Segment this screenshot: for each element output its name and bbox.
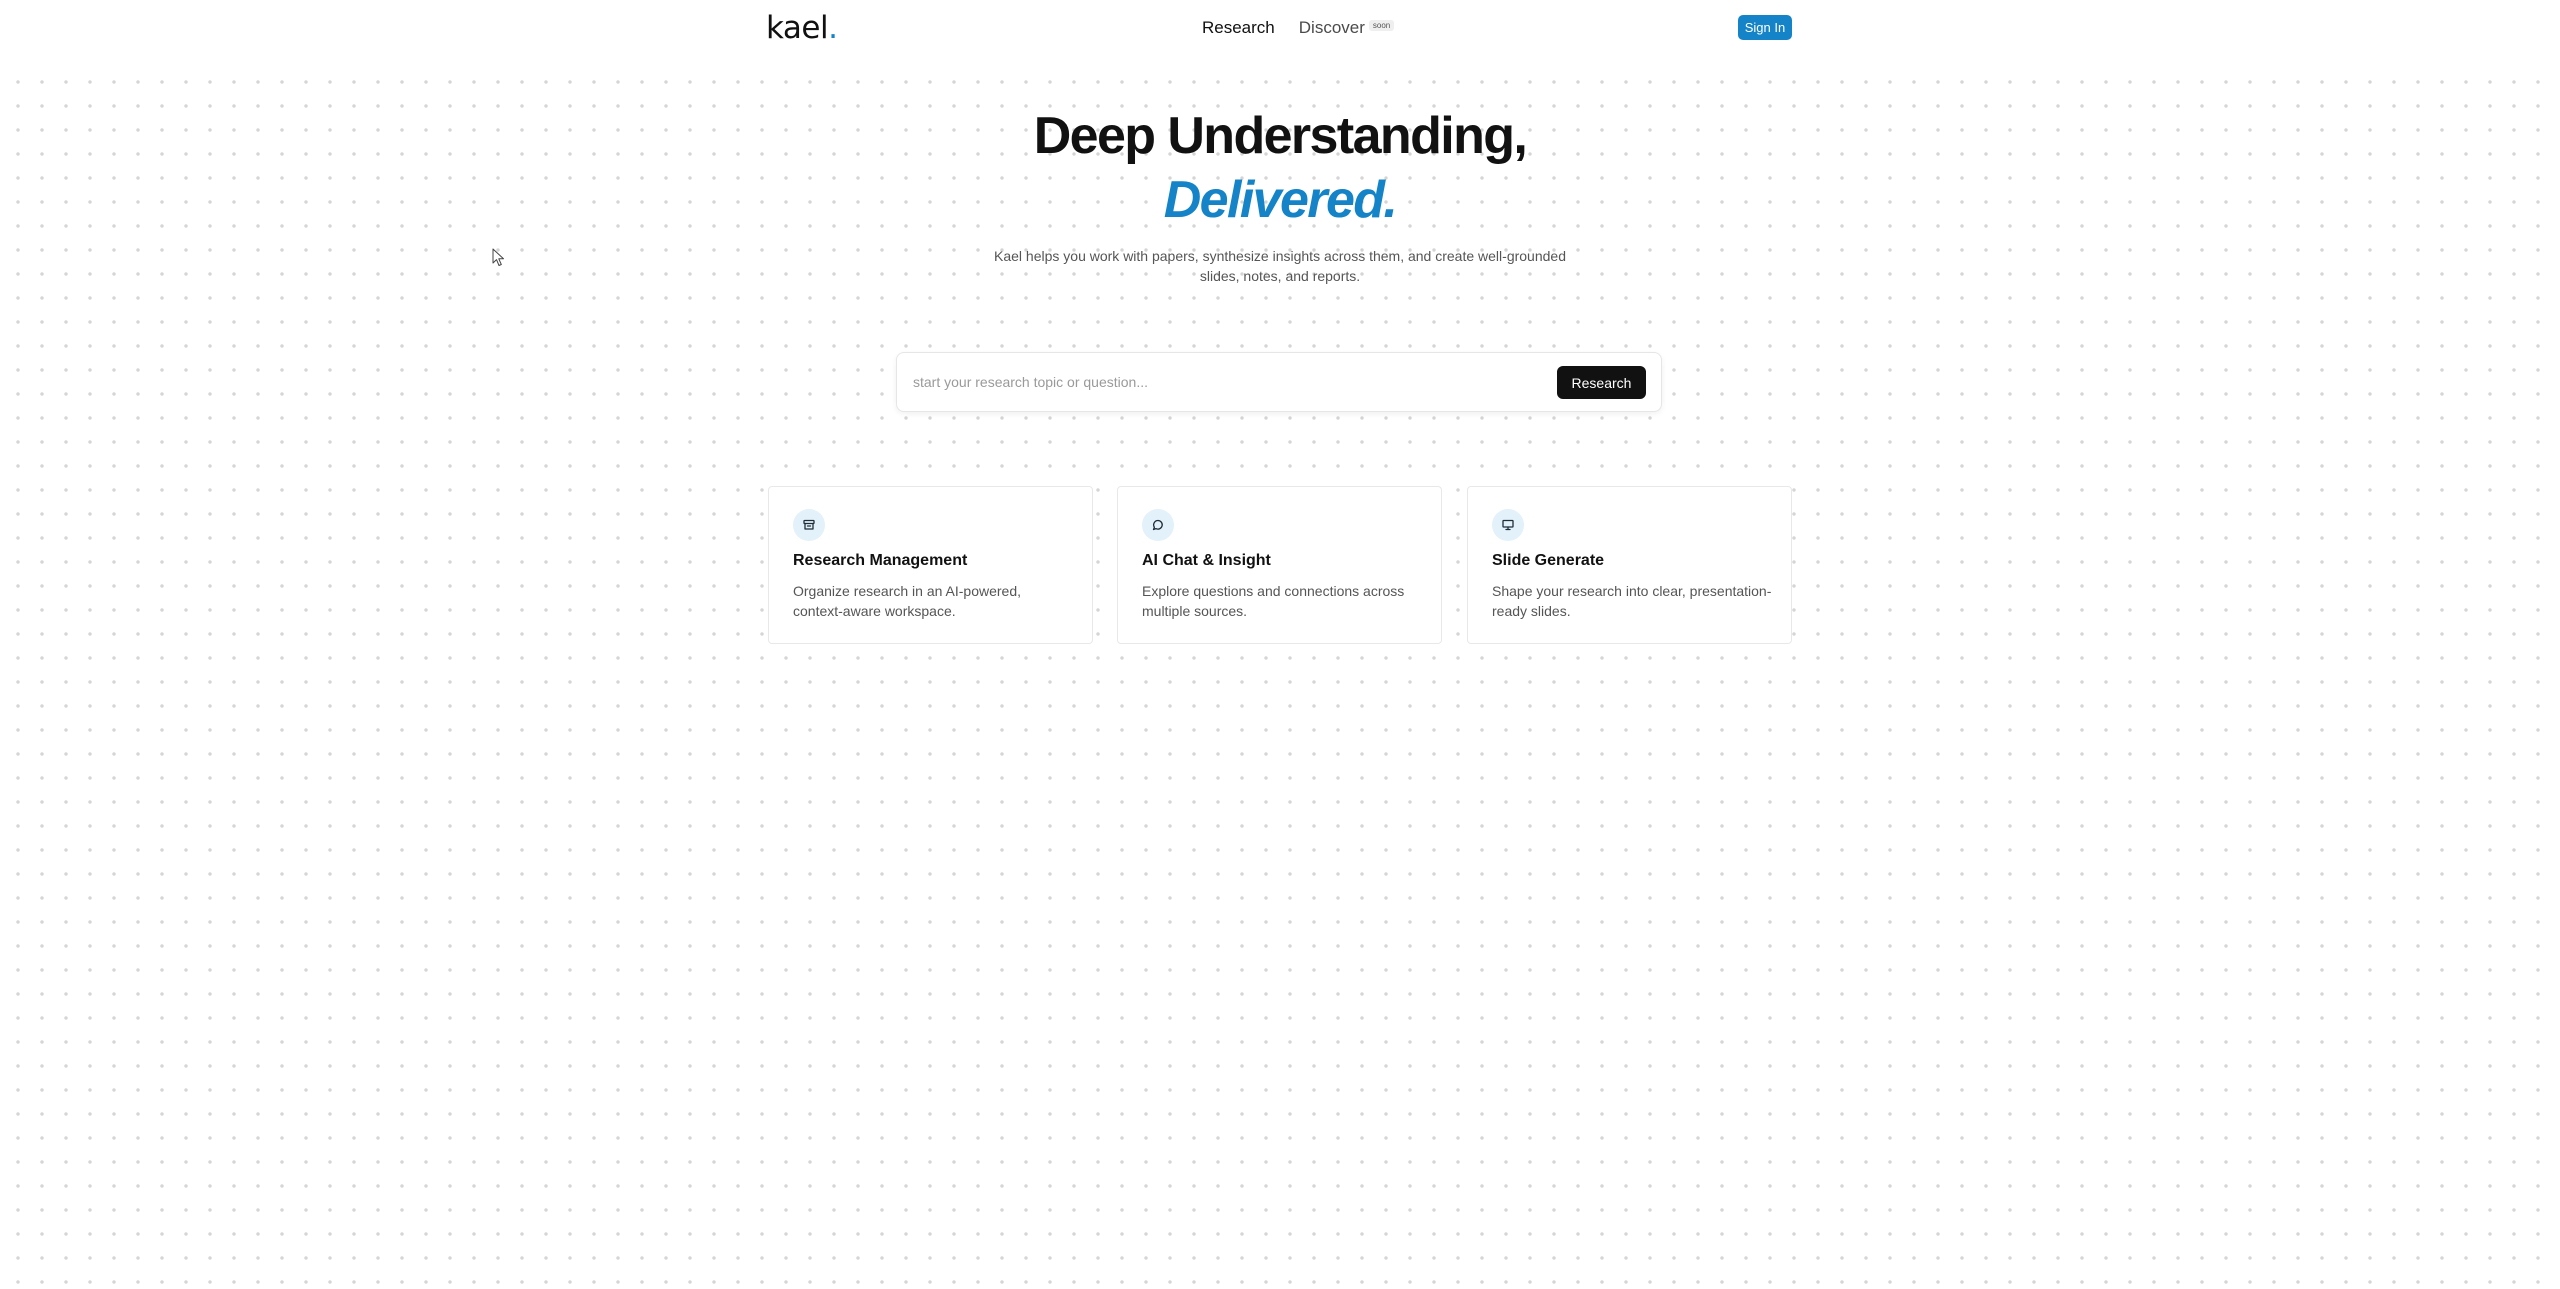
feature-card-ai-chat[interactable]: AI Chat & Insight Explore questions and … [1117,486,1442,644]
feature-title: Research Management [793,552,968,569]
soon-badge: soon [1368,20,1395,31]
top-nav: kael. Research Discover soon Sign In [0,0,2560,56]
feature-title: Slide Generate [1492,552,1605,569]
feature-description: Shape your research into clear, presenta… [1492,583,1772,619]
hero-accent-title: Delivered. [1163,171,1398,229]
logo-text: kael [766,10,829,46]
mouse-cursor-icon [492,248,506,273]
feature-title: AI Chat & Insight [1142,552,1271,569]
research-search-box: Research [896,352,1662,412]
logo-dot: . [828,10,838,46]
chat-icon [1142,509,1174,541]
research-search-input[interactable] [913,369,1513,395]
nav-discover-label: Discover [1298,18,1365,37]
hero-subtitle: Kael helps you work with papers, synthes… [994,248,1566,284]
logo[interactable]: kael. [766,10,838,46]
feature-card-slide-generate[interactable]: Slide Generate Shape your research into … [1467,486,1792,644]
nav-research[interactable]: Research [1202,18,1275,38]
feature-description: Organize research in an AI-powered, cont… [793,583,1022,619]
feature-card-research-management[interactable]: Research Management Organize research in… [768,486,1093,644]
sign-in-button[interactable]: Sign In [1738,15,1792,40]
nav-discover[interactable]: Discover soon [1298,18,1395,38]
hero-title: Deep Understanding, [1033,107,1528,165]
main-nav: Research Discover soon [1202,18,1395,38]
feature-description: Explore questions and connections across… [1142,583,1405,619]
archive-icon [793,509,825,541]
research-submit-button[interactable]: Research [1557,366,1646,399]
presentation-icon [1492,509,1524,541]
